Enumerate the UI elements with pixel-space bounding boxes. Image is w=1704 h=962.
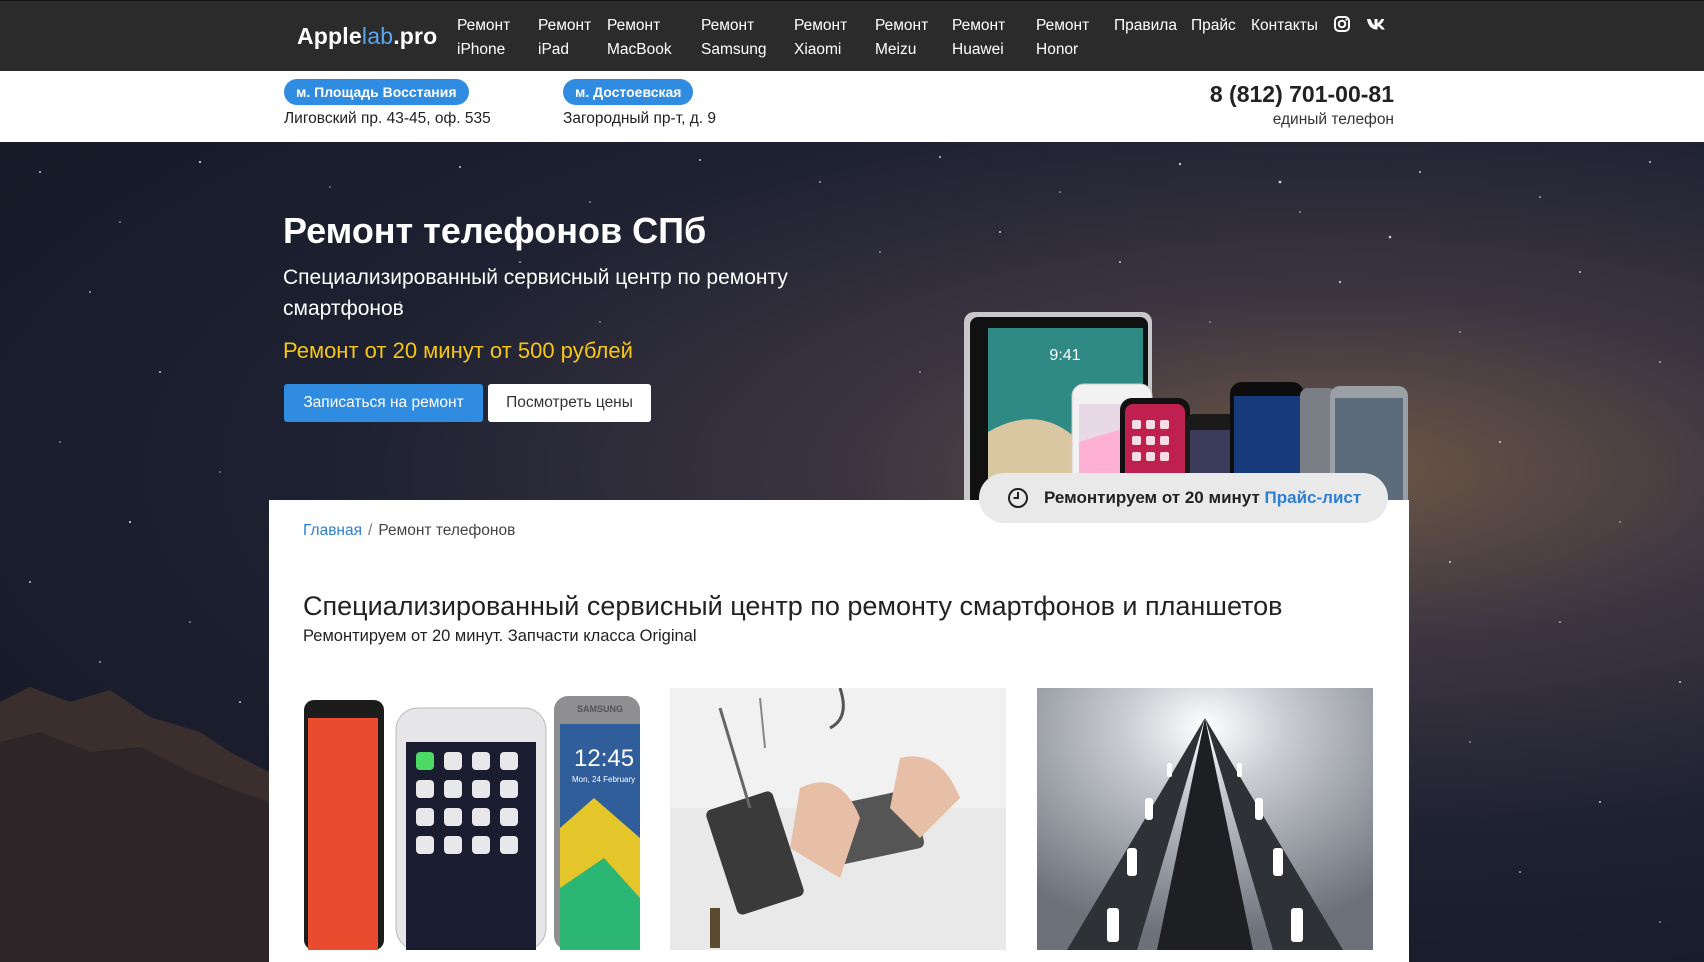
nav-item-ipad[interactable]: Ремонт iPad [538, 14, 591, 62]
logo[interactable]: Applelab.pro [297, 23, 437, 50]
svg-text:9:41: 9:41 [1049, 347, 1080, 364]
svg-text:SAMSUNG: SAMSUNG [577, 704, 623, 714]
nav-item-samsung[interactable]: Ремонт Samsung [701, 14, 766, 62]
breadcrumb-home[interactable]: Главная [303, 522, 362, 539]
phone-number[interactable]: 8 (812) 701-00-81 [1210, 81, 1394, 108]
price-list-link[interactable]: Прайс-лист [1265, 488, 1362, 507]
breadcrumb-current: Ремонт телефонов [378, 522, 516, 539]
nav-item-xiaomi[interactable]: Ремонт Xiaomi [794, 14, 847, 62]
nav-item-macbook[interactable]: Ремонт MacBook [607, 14, 672, 62]
metro-escalator-photo [1037, 688, 1373, 950]
metro-badge-vosstaniya[interactable]: м. Площадь Восстания [284, 79, 469, 105]
hero-title: Ремонт телефонов СПб [283, 210, 707, 251]
book-repair-button[interactable]: Записаться на ремонт [284, 384, 483, 422]
breadcrumb: Главная / Ремонт телефонов [303, 522, 515, 540]
smartphones-photo: SAMSUNG 12:45 Mon, 24 February [304, 688, 640, 950]
card-smartphones[interactable]: SAMSUNG 12:45 Mon, 24 February [304, 688, 640, 950]
metro-badge-dostoevskaya[interactable]: м. Достоевская [563, 79, 694, 105]
repair-badge-text: Ремонтируем от 20 минут [1044, 488, 1260, 507]
section-subtitle: Ремонтируем от 20 минут. Запчасти класса… [303, 627, 697, 645]
nav-item-iphone[interactable]: Ремонт iPhone [457, 14, 510, 62]
vk-icon[interactable] [1366, 15, 1388, 33]
svg-text:Mon, 24 February: Mon, 24 February [572, 775, 635, 784]
clock-icon [1008, 488, 1028, 508]
address-bar: м. Площадь Восстания Лиговский пр. 43-45… [0, 71, 1704, 142]
address-zagorodny: Загородный пр-т, д. 9 [563, 110, 716, 127]
nav-item-contacts[interactable]: Контакты [1251, 14, 1318, 38]
hero-subtitle: Специализированный сервисный центр по ре… [283, 266, 788, 320]
nav-item-honor[interactable]: Ремонт Honor [1036, 14, 1089, 62]
nav-item-meizu[interactable]: Ремонт Meizu [875, 14, 928, 62]
card-metro[interactable] [1037, 688, 1373, 950]
repair-badge: Ремонтируем от 20 минут Прайс-лист [979, 473, 1388, 523]
breadcrumb-separator: / [368, 522, 373, 539]
repair-photo [670, 688, 1006, 950]
hero-promo: Ремонт от 20 минут от 500 рублей [283, 338, 633, 363]
nav-item-huawei[interactable]: Ремонт Huawei [952, 14, 1005, 62]
address-ligovsky: Лиговский пр. 43-45, оф. 535 [284, 110, 491, 127]
view-prices-button[interactable]: Посмотреть цены [488, 384, 651, 422]
card-repair[interactable] [670, 688, 1006, 950]
svg-text:12:45: 12:45 [574, 745, 634, 772]
nav-item-price[interactable]: Прайс [1191, 14, 1236, 38]
phone-label: единый телефон [1272, 111, 1394, 128]
nav-item-rules[interactable]: Правила [1114, 14, 1177, 38]
instagram-icon[interactable] [1333, 15, 1351, 33]
section-title: Специализированный сервисный центр по ре… [303, 591, 1283, 621]
top-navigation: Applelab.pro Ремонт iPhone Ремонт iPad Рем… [0, 0, 1704, 71]
